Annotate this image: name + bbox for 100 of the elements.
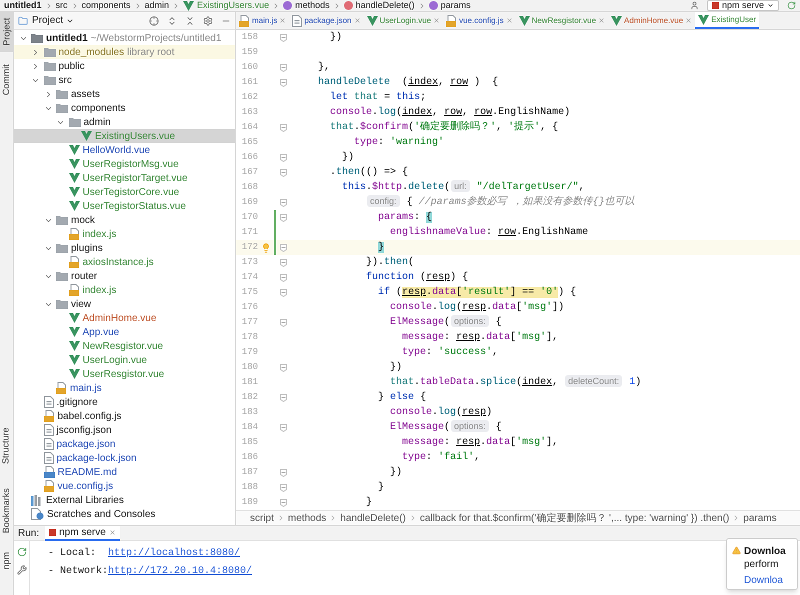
tree-item[interactable]: router	[14, 269, 235, 283]
fold-marker-icon[interactable]	[280, 78, 286, 86]
fold-marker-icon[interactable]	[280, 198, 286, 206]
tree-item[interactable]: view	[14, 297, 235, 311]
fold-marker-icon[interactable]	[280, 394, 286, 402]
breadcrumb-item[interactable]: script	[250, 511, 274, 525]
breadcrumb-item[interactable]: handleDelete()	[356, 0, 415, 12]
tree-item[interactable]: package.json	[14, 437, 235, 451]
tree-item[interactable]: README.md	[14, 465, 235, 479]
fold-marker-icon[interactable]	[280, 484, 286, 492]
fold-marker-icon[interactable]	[280, 468, 286, 476]
fold-marker-icon[interactable]	[280, 424, 286, 432]
breadcrumb-item[interactable]: ExistingUsers.vue	[197, 0, 270, 12]
editor-tab[interactable]: NewResgistor.vue	[516, 12, 608, 29]
tree-item[interactable]: UserRegistorTarget.vue	[14, 171, 235, 185]
breadcrumb-item[interactable]: components	[82, 0, 131, 12]
tree-item[interactable]: src	[14, 73, 235, 87]
tool-window-tab[interactable]: Commit	[0, 64, 14, 96]
close-icon[interactable]	[108, 528, 116, 536]
tree-item[interactable]: untitled1 ~/WebstormProjects/untitled1	[14, 31, 235, 45]
chevron-right-icon[interactable]	[31, 48, 40, 56]
tree-item[interactable]: External Libraries	[14, 493, 235, 507]
fold-marker-icon[interactable]	[280, 244, 286, 252]
tool-window-tab[interactable]: npm	[0, 552, 14, 570]
user-icon[interactable]	[690, 1, 699, 10]
run-tab[interactable]: npm serve	[45, 526, 120, 540]
tree-item[interactable]: assets	[14, 87, 235, 101]
breadcrumb-item[interactable]: params	[440, 0, 471, 12]
fold-marker-icon[interactable]	[280, 364, 286, 372]
breadcrumb-item[interactable]: callback for that.$confirm('确定要删除吗？ ',... type: 'warning' }) .then()	[420, 511, 730, 525]
chevron-right-icon[interactable]	[31, 62, 40, 70]
run-config-dropdown[interactable]: npm serve	[706, 0, 779, 11]
run-icon[interactable]	[787, 1, 796, 10]
url-link[interactable]: http://172.20.10.4:8080/	[108, 564, 252, 579]
editor-tab[interactable]: main.js	[236, 12, 290, 29]
fold-marker-icon[interactable]	[280, 64, 286, 72]
fold-marker-icon[interactable]	[280, 154, 286, 162]
tree-item[interactable]: vue.config.js	[14, 479, 235, 493]
tree-item[interactable]: babel.config.js	[14, 409, 235, 423]
tree-item[interactable]: admin	[14, 115, 235, 129]
close-icon[interactable]	[433, 17, 440, 24]
editor-tab[interactable]: ExistingUser	[695, 12, 760, 29]
tree-item[interactable]: HelloWorld.vue	[14, 143, 235, 157]
fold-marker-icon[interactable]	[280, 274, 286, 282]
tree-item[interactable]: Scratches and Consoles	[14, 507, 235, 521]
breadcrumb-item[interactable]: handleDelete()	[340, 511, 406, 525]
editor-tab[interactable]: vue.config.js	[443, 12, 516, 29]
tree-item[interactable]: UserResgistor.vue	[14, 367, 235, 381]
fold-marker-icon[interactable]	[280, 498, 286, 506]
notification-link[interactable]: Downloa	[744, 574, 786, 587]
tree-item[interactable]: index.js	[14, 227, 235, 241]
url-link[interactable]: http://localhost:8080/	[108, 546, 240, 561]
fold-marker-icon[interactable]	[280, 168, 286, 176]
tree-item[interactable]: package-lock.json	[14, 451, 235, 465]
wrench-icon[interactable]	[16, 565, 26, 575]
tree-item[interactable]: components	[14, 101, 235, 115]
tree-item[interactable]: UserRegistorMsg.vue	[14, 157, 235, 171]
close-icon[interactable]	[685, 17, 692, 24]
fold-marker-icon[interactable]	[280, 34, 286, 42]
lightbulb-icon[interactable]	[261, 242, 271, 252]
tree-item[interactable]: UserLogin.vue	[14, 353, 235, 367]
breadcrumb-item[interactable]: admin	[144, 0, 170, 12]
fold-marker-icon[interactable]	[280, 258, 286, 266]
tree-item[interactable]: public	[14, 59, 235, 73]
tree-item[interactable]: index.js	[14, 283, 235, 297]
fold-marker-icon[interactable]	[280, 124, 286, 132]
breadcrumb-item[interactable]: params	[743, 511, 777, 525]
breadcrumb-item[interactable]: src	[56, 0, 68, 12]
tree-item[interactable]: .gitignore	[14, 395, 235, 409]
breadcrumb-item[interactable]: untitled1	[4, 0, 42, 12]
tree-item[interactable]: UserTegistorStatus.vue	[14, 199, 235, 213]
tree-item[interactable]: node_modules library root	[14, 45, 235, 59]
breadcrumb-item[interactable]: methods	[288, 511, 326, 525]
fold-marker-icon[interactable]	[280, 288, 286, 296]
tree-item[interactable]: main.js	[14, 381, 235, 395]
project-view-dropdown[interactable]: Project	[32, 13, 74, 28]
close-icon[interactable]	[598, 17, 606, 24]
tree-item[interactable]: UserTegistorCore.vue	[14, 185, 235, 199]
tool-window-tab[interactable]: Structure	[0, 428, 14, 464]
tree-item[interactable]: AdminHome.vue	[14, 311, 235, 325]
close-icon[interactable]	[279, 17, 286, 24]
close-icon[interactable]	[506, 17, 513, 24]
tree-item[interactable]: NewResgistor.vue	[14, 339, 235, 353]
rerun-icon[interactable]	[16, 547, 26, 557]
editor-tab[interactable]: UserLogin.vue	[364, 12, 444, 29]
close-icon[interactable]	[354, 17, 360, 24]
fold-marker-icon[interactable]	[280, 214, 286, 222]
tree-item[interactable]: jsconfig.json	[14, 423, 235, 437]
tool-window-tab[interactable]: Bookmarks	[0, 488, 14, 534]
fold-marker-icon[interactable]	[280, 318, 286, 326]
tree-item[interactable]: plugins	[14, 241, 235, 255]
breadcrumb-item[interactable]: methods	[295, 0, 330, 12]
collapse-all-icon[interactable]	[185, 16, 195, 26]
expand-all-icon[interactable]	[167, 16, 177, 26]
editor-tab[interactable]: AdminHome.vue	[608, 12, 696, 29]
locate-icon[interactable]	[149, 16, 159, 26]
tree-item[interactable]: mock	[14, 213, 235, 227]
tree-item[interactable]: App.vue	[14, 325, 235, 339]
editor-tab[interactable]: package.json	[289, 12, 364, 29]
tree-item[interactable]: axiosInstance.js	[14, 255, 235, 269]
